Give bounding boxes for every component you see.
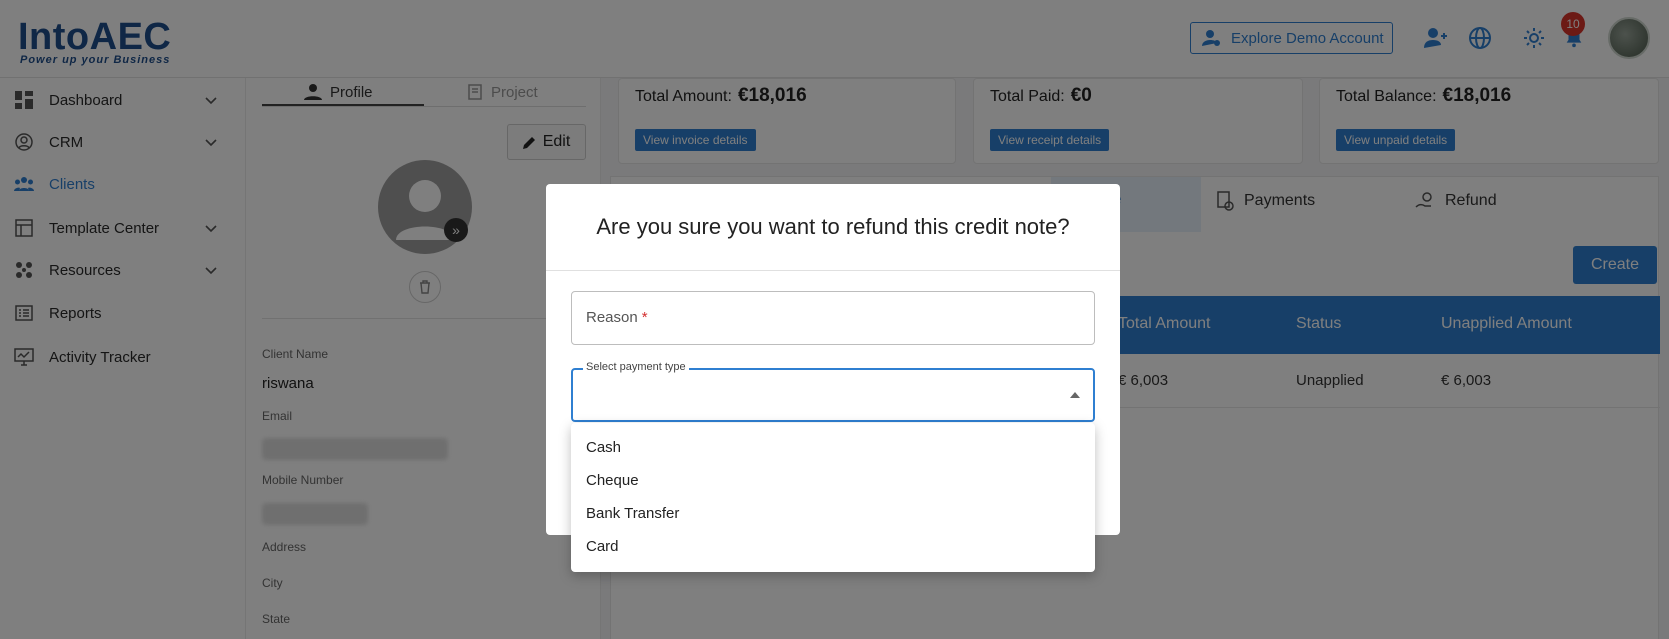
required-asterisk: * xyxy=(641,309,648,326)
reason-placeholder-text: Reason xyxy=(586,309,638,326)
caret-up-icon[interactable] xyxy=(1070,392,1080,398)
payment-type-select[interactable]: Select payment type xyxy=(571,361,1095,422)
reason-input[interactable]: Reason * xyxy=(571,291,1095,345)
reason-placeholder: Reason * xyxy=(586,309,648,326)
payment-type-label: Select payment type xyxy=(583,361,689,373)
option-bank-transfer[interactable]: Bank Transfer xyxy=(586,505,679,522)
dialog-divider xyxy=(546,270,1120,271)
option-cash[interactable]: Cash xyxy=(586,439,621,456)
option-cheque[interactable]: Cheque xyxy=(586,472,639,489)
option-card[interactable]: Card xyxy=(586,538,619,555)
dialog-title: Are you sure you want to refund this cre… xyxy=(596,214,1070,239)
payment-type-menu: Cash Cheque Bank Transfer Card xyxy=(571,423,1095,572)
